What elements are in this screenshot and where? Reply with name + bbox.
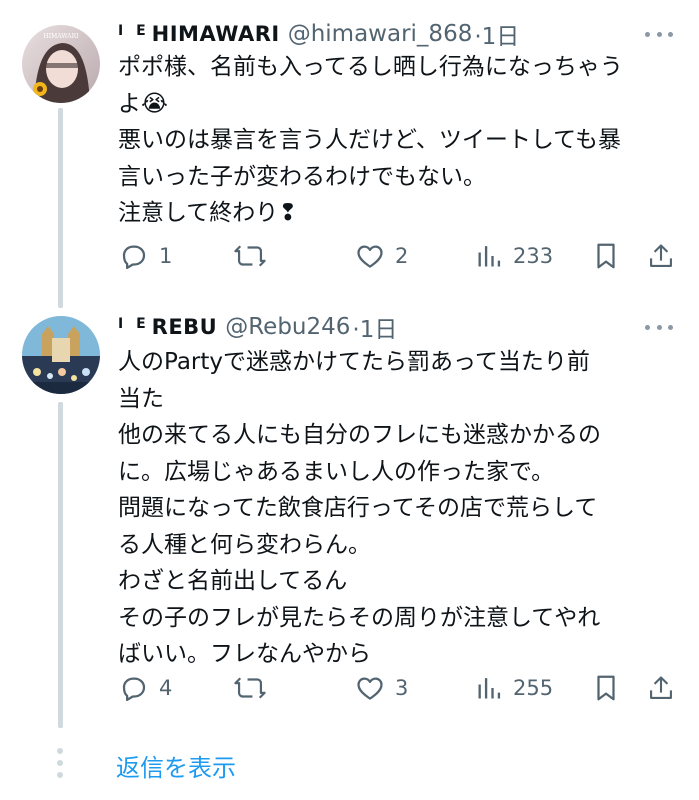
tweet[interactable]: I EREBU @Rebu246 ·1日 人のPartyで迷惑かけてたら罰あって… [0,300,699,740]
tweet-line: 悪いのは暴言を言う人だけど、ツイートしても暴 [118,127,622,153]
tweet-header: I EREBU @Rebu246 ·1日 [118,310,397,344]
bookmark-button[interactable] [593,670,619,706]
like-button[interactable]: 2 [355,238,408,274]
timestamp[interactable]: ·1日 [474,17,519,51]
tweet-line: に。広場じゃあるまいし人の作った家で。 [118,458,555,485]
share-icon [650,244,672,267]
views-icon [478,678,501,699]
views-button[interactable]: 255 [475,670,553,706]
tweet-line: わざと名前出してるん [118,568,348,594]
retweet-icon [234,677,266,699]
display-name[interactable]: I EREBU [118,315,217,339]
thread-dots [57,748,63,784]
tweet-line: る人種と何ら変わらん。 [118,531,371,558]
tweet-text: 人のPartyで迷惑かけてたら罰あって当たり前 当た 他の来てる人にも自分のフレ… [118,344,678,673]
share-icon [650,676,672,699]
reply-count: 4 [159,676,173,700]
tweet-line: 当た [118,385,164,412]
share-button[interactable] [647,670,675,706]
more-icon[interactable] [645,24,673,44]
bookmark-button[interactable] [593,238,619,274]
tweet-line: 他の来てる人にも自分のフレにも迷惑かかるの [118,422,601,448]
tweet-line: 人のPartyで迷惑かけてたら罰あって当たり前 [118,349,590,375]
avatar[interactable] [22,316,100,394]
retweet-icon [234,245,266,267]
handle[interactable]: @himawari_868 [288,21,473,47]
handle[interactable]: @Rebu246 [225,314,350,340]
reply-button[interactable]: 1 [119,238,172,274]
like-count: 3 [395,676,409,700]
like-button[interactable]: 3 [355,670,408,706]
display-name[interactable]: I EHIMAWARI [118,22,280,46]
tweet-line: その子のフレが見たらその周りが注意してやれ [118,604,601,631]
views-button[interactable]: 233 [475,238,553,274]
tweet-actions: 1 2 233 [115,238,685,274]
share-button[interactable] [647,238,675,274]
show-replies-link[interactable]: 返信を表示 [116,748,236,783]
tweet-actions: 4 3 255 [115,670,685,706]
views-count: 255 [513,676,554,700]
reply-icon [122,677,146,701]
tweet-line: 問題になってた飲食店行ってその店で荒らして [118,495,598,521]
reply-button[interactable]: 4 [119,670,172,706]
bookmark-icon [597,243,615,269]
retweet-button[interactable] [233,238,277,274]
tweet-text: ポポ様、名前も入ってるし晒し行為になっちゃう よ😭 悪いのは暴言を言う人だけど、… [118,49,678,232]
tweet-line: ばいい。フレなんやから [118,641,371,667]
tweet-header: I EHIMAWARI @himawari_868 ·1日 [118,17,519,51]
reply-icon [122,245,146,269]
like-icon [357,677,383,700]
avatar-text: HIMAWARI [44,33,80,40]
tweet-line: 言いった子が変わるわけでもない。 [118,163,486,190]
tweet[interactable]: HIMAWARI I EHIMAWARI @himawari_868 ·1日 ポ… [0,0,699,300]
tweet-line: 注意して終わり❢ [118,200,298,226]
tweet-line: ポポ様、名前も入ってるし晒し行為になっちゃう [118,54,623,80]
tweet-line: よ😭 [118,90,168,117]
views-count: 233 [513,244,554,268]
like-icon [357,245,383,268]
views-icon [478,246,501,267]
like-count: 2 [395,244,409,268]
more-icon[interactable] [645,317,673,337]
bookmark-icon [597,675,615,701]
reply-count: 1 [159,244,173,268]
retweet-button[interactable] [233,670,277,706]
timestamp[interactable]: ·1日 [352,310,397,344]
avatar[interactable]: HIMAWARI [22,25,100,103]
